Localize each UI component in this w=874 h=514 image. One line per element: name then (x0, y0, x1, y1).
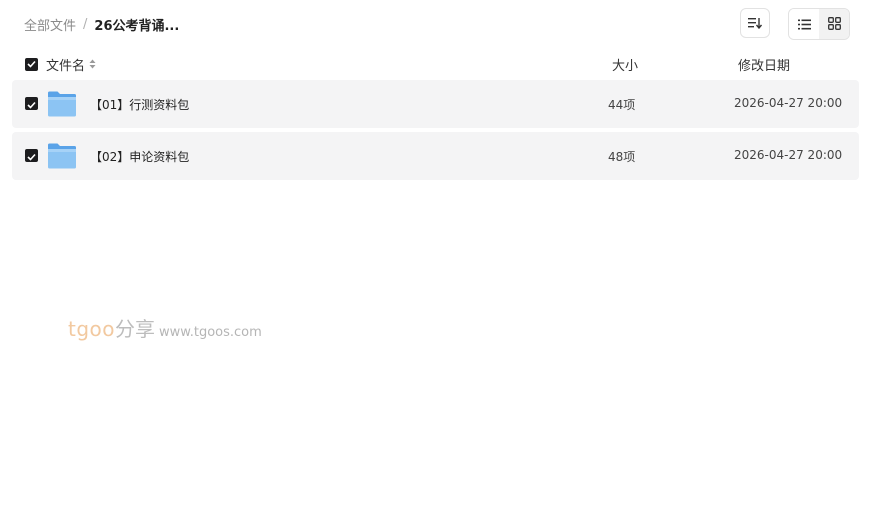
breadcrumb: 全部文件 / 26公考背诵... (24, 15, 179, 34)
column-name-label[interactable]: 文件名 (46, 55, 85, 74)
list-view-button[interactable] (789, 9, 819, 39)
watermark: tgoo 分享 www.tgoos.com (68, 313, 262, 342)
folder-icon (47, 143, 77, 173)
file-name-link[interactable]: 【02】申论资料包 (90, 148, 189, 165)
sort-button[interactable] (740, 8, 770, 38)
file-size: 48项 (608, 150, 636, 164)
column-size-label: 大小 (612, 58, 639, 74)
checkmark-icon (27, 57, 36, 72)
checkmark-icon (27, 94, 36, 113)
file-name-link[interactable]: 【01】行测资料包 (90, 96, 189, 113)
file-modified-date: 2026-04-27 20:00 (734, 148, 843, 162)
table-row[interactable]: 【02】申论资料包 48项 2026-04-27 20:00 (12, 132, 859, 180)
select-all-checkbox[interactable] (25, 57, 38, 72)
sort-icon (748, 14, 763, 33)
breadcrumb-root-link[interactable]: 全部文件 (24, 15, 76, 34)
watermark-brand: tgoo (68, 317, 116, 341)
column-header-modified: 修改日期 (738, 56, 791, 74)
sort-arrows-icon[interactable] (89, 59, 96, 69)
watermark-url: www.tgoos.com (159, 325, 262, 340)
row-checkbox[interactable] (25, 97, 38, 110)
column-modified-label: 修改日期 (738, 58, 791, 74)
folder-icon (47, 91, 77, 121)
breadcrumb-current: 26公考背诵... (94, 19, 180, 34)
row-checkbox[interactable] (25, 149, 38, 162)
view-toggle (788, 8, 850, 40)
column-header-size: 大小 (612, 56, 639, 74)
grid-view-button[interactable] (819, 9, 849, 39)
file-size: 44项 (608, 98, 636, 112)
watermark-cn: 分享 (115, 317, 156, 341)
checkmark-icon (27, 146, 36, 165)
column-header-name: 文件名 (25, 55, 96, 74)
file-modified-date: 2026-04-27 20:00 (734, 96, 843, 110)
list-view-icon (797, 15, 811, 34)
breadcrumb-separator: / (83, 17, 88, 32)
table-row[interactable]: 【01】行测资料包 44项 2026-04-27 20:00 (12, 80, 859, 128)
grid-view-icon (827, 15, 841, 34)
